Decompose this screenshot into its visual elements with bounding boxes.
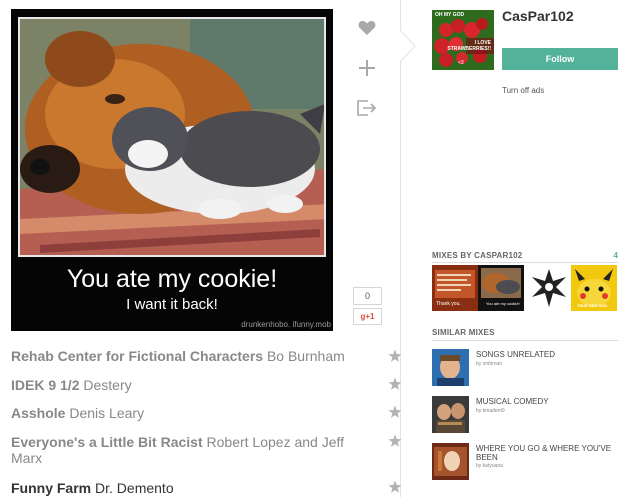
similar-mix-by-3[interactable]: by katyuana (476, 463, 503, 469)
user-avatar[interactable]: OH MY GOD I LOVE STRAWBERRIES!! <3 (432, 10, 494, 70)
favorite-track-star-icon[interactable] (388, 377, 402, 391)
turn-off-ads-link[interactable]: Turn off ads (502, 86, 544, 95)
track-row[interactable]: Everyone's a Little Bit Racist Robert Lo… (11, 434, 361, 466)
cover-caption-line1: You ate my cookie! (66, 265, 278, 293)
heart-icon (358, 20, 376, 35)
similar-mix-by-2[interactable]: by kmadent9 (476, 408, 505, 414)
similar-mix-thumb-1[interactable] (432, 349, 469, 386)
track-row[interactable]: IDEK 9 1/2 Destery (11, 377, 361, 393)
username-link[interactable]: CasPar102 (502, 8, 574, 24)
like-button[interactable] (355, 16, 379, 40)
avatar-text-top: OH MY GOD (435, 12, 465, 18)
similar-mixes-heading: SIMILAR MIXES (432, 328, 495, 337)
track-row[interactable]: Rehab Center for Fictional Characters Bo… (11, 348, 361, 364)
mix-thumb-4[interactable]: TRUE RED SUN (571, 265, 617, 311)
mix-thumb-2[interactable]: You ate my cookie! (478, 265, 524, 311)
avatar-text-mid2: STRAWBERRIES!! (447, 46, 491, 52)
mix-cover-art[interactable]: You ate my cookie! I want it back! drunk… (11, 9, 333, 331)
track-row-current[interactable]: Funny Farm Dr. Demento (11, 480, 361, 496)
similar-mix-thumb-3[interactable] (432, 443, 469, 480)
track-title: Everyone's a Little Bit Racist (11, 434, 203, 450)
similar-mix-thumb-2[interactable] (432, 396, 469, 433)
mixes-by-rule (432, 262, 618, 263)
track-artist: Bo Burnham (266, 348, 345, 364)
similar-mix-by-1[interactable]: by smbrnan (476, 361, 502, 367)
dog-and-kitten-image (20, 19, 324, 255)
follow-button[interactable]: Follow (502, 48, 618, 70)
favorite-track-star-icon[interactable] (388, 405, 402, 419)
track-title: Asshole (11, 405, 66, 421)
column-divider (400, 0, 401, 497)
share-button[interactable] (355, 96, 379, 120)
mix-thumb-1[interactable]: Thank you. (432, 265, 478, 311)
similar-mix-thumb-1-image (432, 349, 469, 386)
track-artist: Dr. Demento (95, 480, 174, 496)
avatar-text-middle: I LOVE STRAWBERRIES!! (447, 40, 491, 52)
track-title: Rehab Center for Fictional Characters (11, 348, 264, 364)
share-count: 0 (353, 287, 382, 305)
track-artist: Denis Leary (69, 405, 145, 421)
mix-thumb-2-text: You ate my cookie! (486, 301, 520, 306)
cover-watermark: drunkenhobo. ifunny.mob (241, 320, 331, 329)
mixes-by-heading: MIXES BY CASPAR102 (432, 251, 523, 260)
add-to-collection-button[interactable] (355, 56, 379, 80)
similar-mix-thumb-2-image (432, 396, 469, 433)
cover-photo (18, 17, 326, 257)
mix-thumb-3-image (526, 265, 572, 311)
similar-mix-title-3[interactable]: WHERE YOU GO & WHERE YOU'VE BEEN (476, 444, 616, 462)
favorite-track-star-icon[interactable] (388, 480, 402, 494)
divider-notch-icon (399, 30, 416, 62)
favorite-track-star-icon[interactable] (388, 434, 402, 448)
google-plus-button[interactable]: g+1 (353, 308, 382, 325)
mix-thumb-3[interactable] (526, 265, 572, 311)
favorite-track-star-icon[interactable] (388, 349, 402, 363)
avatar-text-bottom: <3 (458, 60, 464, 66)
track-row[interactable]: Asshole Denis Leary (11, 405, 361, 421)
track-artist: Destery (83, 377, 132, 393)
similar-mix-title-1[interactable]: SONGS UNRELATED (476, 350, 616, 359)
track-title: Funny Farm (11, 480, 92, 496)
similar-mix-thumb-3-image (432, 443, 469, 480)
mix-thumb-4-text: TRUE RED SUN (577, 303, 608, 308)
cover-caption-line2: I want it back! (126, 296, 218, 313)
mixes-by-count[interactable]: 4 (614, 251, 618, 260)
plus-icon (359, 60, 375, 76)
track-title: IDEK 9 1/2 (11, 377, 80, 393)
similar-mixes-rule (432, 340, 618, 341)
similar-mix-title-2[interactable]: MUSICAL COMEDY (476, 397, 616, 406)
mix-thumb-1-text: Thank you. (436, 301, 461, 307)
share-icon (357, 100, 377, 116)
